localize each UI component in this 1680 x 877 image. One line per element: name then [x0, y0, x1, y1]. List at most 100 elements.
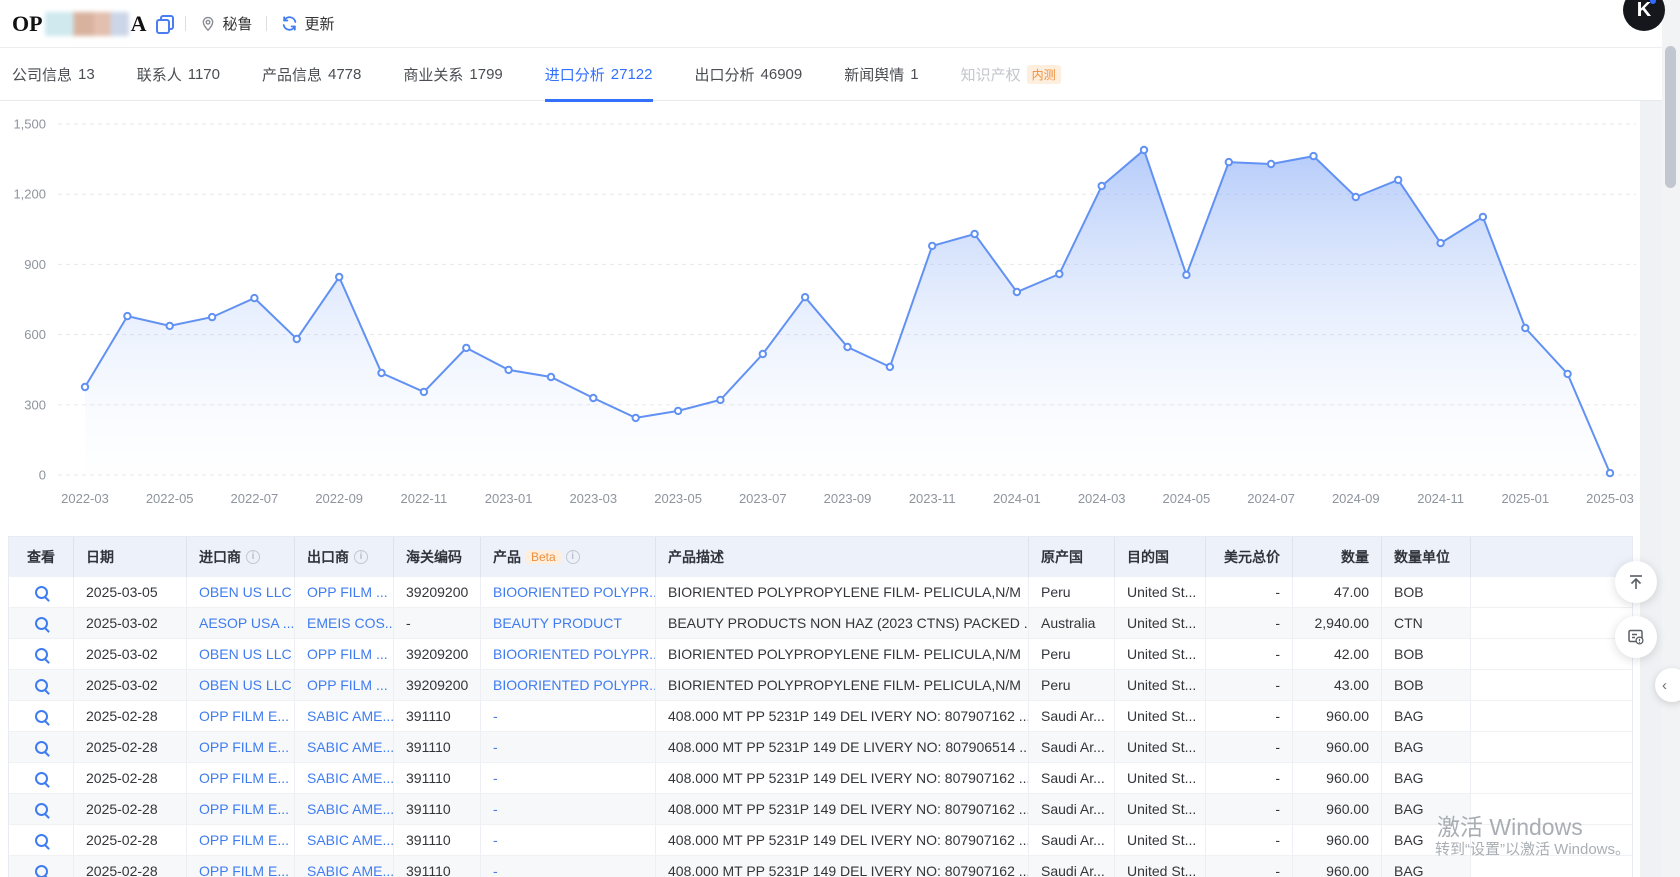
exporter-link[interactable]: SABIC AME... [307, 832, 394, 848]
importer-link[interactable]: OPP FILM E... [199, 739, 289, 755]
tab-商业关系[interactable]: 商业关系1799 [403, 49, 502, 101]
product-cell: - [481, 732, 656, 763]
product-link[interactable]: - [493, 708, 498, 724]
data-point-marker[interactable] [887, 364, 893, 370]
column-header-quantity: 数量 [1293, 537, 1382, 577]
view-detail-icon[interactable] [35, 803, 48, 816]
view-detail-icon[interactable] [35, 679, 48, 692]
importer-link[interactable]: OPP FILM E... [199, 863, 289, 877]
exporter-link[interactable]: EMEIS COS... [307, 615, 394, 631]
tab-新闻舆情[interactable]: 新闻舆情1 [844, 49, 918, 101]
data-point-marker[interactable] [1522, 325, 1528, 331]
view-detail-icon[interactable] [35, 710, 48, 723]
copy-icon[interactable] [156, 15, 171, 32]
scrollbar-track[interactable] [1662, 0, 1680, 877]
data-point-marker[interactable] [802, 294, 808, 300]
data-point-marker[interactable] [929, 243, 935, 249]
data-point-marker[interactable] [1183, 272, 1189, 278]
data-point-marker[interactable] [590, 395, 596, 401]
data-point-marker[interactable] [1310, 153, 1316, 159]
view-detail-icon[interactable] [35, 617, 48, 630]
exporter-link[interactable]: SABIC AME... [307, 863, 394, 877]
importer-link[interactable]: OPP FILM E... [199, 832, 289, 848]
info-icon[interactable]: i [566, 550, 580, 564]
refresh-button[interactable]: 更新 [281, 13, 334, 34]
origin-cell: Peru [1029, 577, 1115, 608]
location-button[interactable]: 秘鲁 [200, 13, 252, 34]
data-point-marker[interactable] [209, 314, 215, 320]
product-link[interactable]: BIOORIENTED POLYPR... [493, 646, 656, 662]
exporter-link[interactable]: SABIC AME... [307, 739, 394, 755]
exporter-link[interactable]: OPP FILM ... [307, 646, 388, 662]
data-point-marker[interactable] [378, 370, 384, 376]
importer-link[interactable]: AESOP USA ... [199, 615, 294, 631]
tab-进口分析[interactable]: 进口分析27122 [545, 49, 653, 101]
exporter-link[interactable]: SABIC AME... [307, 770, 394, 786]
importer-link[interactable]: OPP FILM E... [199, 801, 289, 817]
data-point-marker[interactable] [633, 415, 639, 421]
feedback-button[interactable] [1615, 616, 1657, 658]
data-point-marker[interactable] [251, 295, 257, 301]
info-icon[interactable]: i [246, 550, 260, 564]
importer-link[interactable]: OPP FILM E... [199, 770, 289, 786]
data-point-marker[interactable] [82, 384, 88, 390]
view-detail-icon[interactable] [35, 865, 48, 877]
view-detail-icon[interactable] [35, 772, 48, 785]
data-point-marker[interactable] [1353, 194, 1359, 200]
view-detail-icon[interactable] [35, 834, 48, 847]
product-link[interactable]: - [493, 832, 498, 848]
description-cell: 408.000 MT PP 5231P 149 DEL IVERY NO: 80… [656, 825, 1029, 856]
data-point-marker[interactable] [1141, 147, 1147, 153]
data-point-marker[interactable] [717, 397, 723, 403]
data-point-marker[interactable] [548, 374, 554, 380]
tab-出口分析[interactable]: 出口分析46909 [695, 49, 803, 101]
product-link[interactable]: - [493, 801, 498, 817]
data-point-marker[interactable] [1226, 159, 1232, 165]
data-point-marker[interactable] [1480, 214, 1486, 220]
data-point-marker[interactable] [463, 345, 469, 351]
product-link[interactable]: BIOORIENTED POLYPR... [493, 584, 656, 600]
data-point-marker[interactable] [167, 323, 173, 329]
product-link[interactable]: - [493, 863, 498, 877]
data-point-marker[interactable] [124, 313, 130, 319]
back-to-top-button[interactable] [1615, 561, 1657, 603]
data-point-marker[interactable] [1395, 177, 1401, 183]
tab-公司信息[interactable]: 公司信息13 [12, 49, 95, 101]
data-point-marker[interactable] [844, 344, 850, 350]
exporter-link[interactable]: SABIC AME... [307, 801, 394, 817]
importer-link[interactable]: OBEN US LLC [199, 584, 292, 600]
divider [266, 16, 267, 31]
data-point-marker[interactable] [760, 351, 766, 357]
data-point-marker[interactable] [1607, 470, 1613, 476]
importer-link[interactable]: OPP FILM E... [199, 708, 289, 724]
exporter-link[interactable]: OPP FILM ... [307, 584, 388, 600]
data-point-marker[interactable] [336, 274, 342, 280]
importer-link[interactable]: OBEN US LLC [199, 677, 292, 693]
info-icon[interactable]: i [354, 550, 368, 564]
scrollbar-thumb[interactable] [1665, 46, 1676, 188]
data-point-marker[interactable] [1564, 371, 1570, 377]
data-point-marker[interactable] [1437, 240, 1443, 246]
product-link[interactable]: - [493, 739, 498, 755]
data-point-marker[interactable] [675, 408, 681, 414]
data-point-marker[interactable] [1268, 161, 1274, 167]
view-detail-icon[interactable] [35, 586, 48, 599]
data-point-marker[interactable] [1014, 289, 1020, 295]
data-point-marker[interactable] [505, 367, 511, 373]
view-detail-icon[interactable] [35, 648, 48, 661]
exporter-link[interactable]: OPP FILM ... [307, 677, 388, 693]
exporter-link[interactable]: SABIC AME... [307, 708, 394, 724]
importer-link[interactable]: OBEN US LLC [199, 646, 292, 662]
data-point-marker[interactable] [1099, 183, 1105, 189]
data-point-marker[interactable] [971, 231, 977, 237]
data-point-marker[interactable] [421, 389, 427, 395]
tab-联系人[interactable]: 联系人1170 [137, 49, 220, 101]
tab-产品信息[interactable]: 产品信息4778 [262, 49, 361, 101]
product-link[interactable]: BIOORIENTED POLYPR... [493, 677, 656, 693]
tab-知识产权[interactable]: 知识产权内测 [961, 49, 1061, 101]
data-point-marker[interactable] [294, 336, 300, 342]
data-point-marker[interactable] [1056, 271, 1062, 277]
product-link[interactable]: BEAUTY PRODUCT [493, 615, 622, 631]
product-link[interactable]: - [493, 770, 498, 786]
view-detail-icon[interactable] [35, 741, 48, 754]
